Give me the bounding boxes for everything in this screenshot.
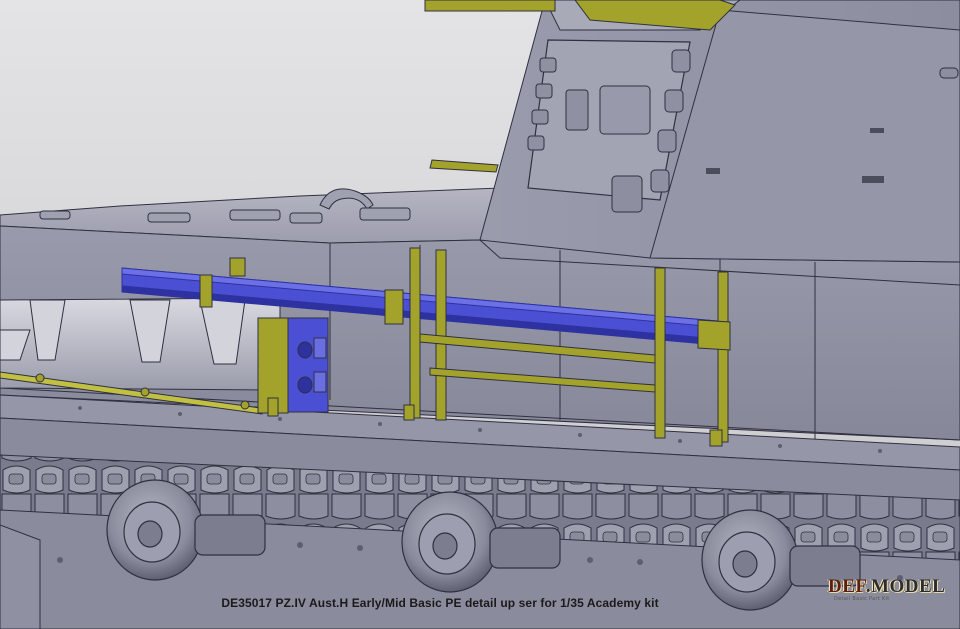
logo-prefix: DEF [828, 576, 866, 597]
cad-render-scene [0, 0, 960, 629]
product-caption: DE35017 PZ.IV Aust.H Early/Mid Basic PE … [0, 596, 960, 620]
logo-wordmark: DEF.MODEL [828, 576, 945, 598]
rail-dividers [384, 289, 404, 325]
pistol-port [611, 175, 643, 213]
logo-tagline: Detail Basic Part Kit [834, 596, 890, 602]
vision-block [565, 85, 651, 135]
pe-antenna-strip [424, 0, 556, 12]
logo-main: MODEL [871, 576, 946, 597]
caption-text: DE35017 PZ.IV Aust.H Early/Mid Basic PE … [221, 596, 659, 610]
def-model-logo: DEF.MODEL Detail Basic Part Kit [828, 576, 945, 606]
